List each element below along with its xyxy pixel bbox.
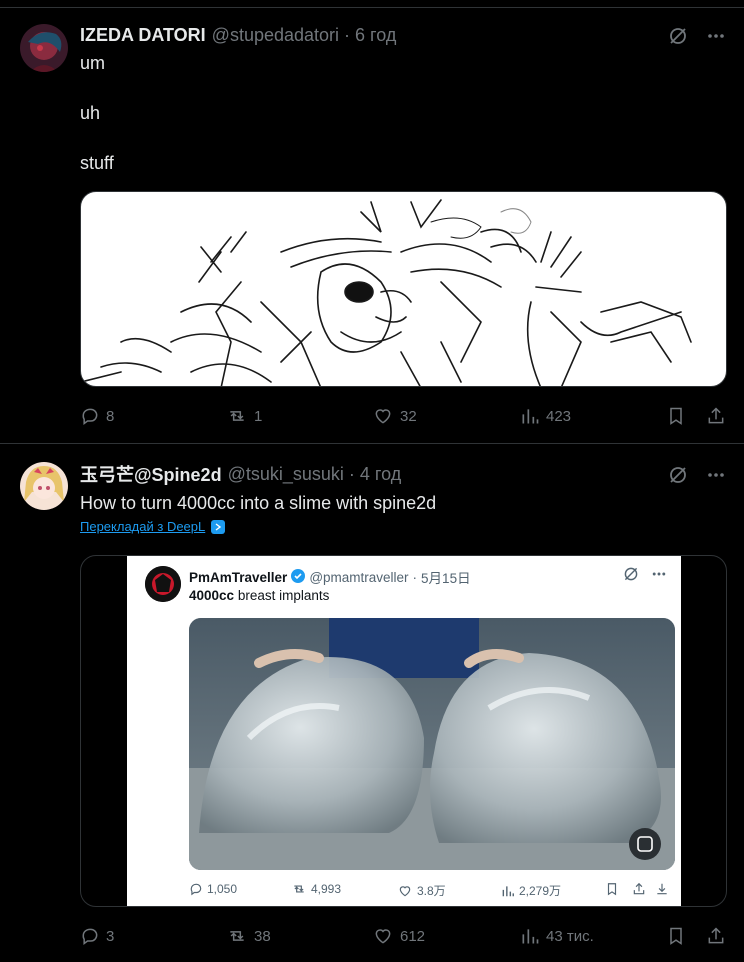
- embedded-like-stat: 3.8万: [397, 882, 446, 899]
- embedded-tweet-text: 4000cc breast implants: [189, 588, 329, 603]
- repost-arrows-icon: [294, 885, 304, 893]
- embedded-date: 5月15日: [421, 571, 471, 586]
- reply-bubble-icon: [190, 883, 202, 896]
- author-name[interactable]: IZEDA DATORI: [80, 25, 206, 46]
- share-upload-icon: [708, 407, 724, 424]
- repost-button[interactable]: 38: [226, 926, 271, 946]
- share-button[interactable]: [706, 926, 726, 946]
- like-count: 32: [400, 407, 417, 425]
- embedded-like-count: 3.8万: [417, 884, 446, 898]
- verified-badge-icon: [291, 568, 306, 586]
- embedded-text-bold: 4000cc: [189, 588, 235, 603]
- repost-count: 38: [254, 927, 271, 945]
- separator-dot: ·: [412, 569, 418, 585]
- view-count: 43 тис.: [546, 927, 594, 945]
- like-button[interactable]: 612: [372, 926, 425, 946]
- embedded-bookmark: [605, 882, 619, 896]
- timestamp[interactable]: 4 год: [360, 464, 401, 485]
- embedded-tweet-screenshot: PmAmTraveller @pmamtraveller · 5月15日 400…: [127, 556, 681, 906]
- view-count: 423: [546, 407, 572, 425]
- reply-bubble-icon: [82, 928, 98, 945]
- author-handle[interactable]: @tsuki_susuki: [228, 464, 344, 485]
- views-button[interactable]: 43 тис.: [520, 926, 594, 946]
- bookmark-icon: [670, 927, 682, 945]
- embedded-repost-count: 4,993: [311, 882, 342, 896]
- tweet-media-sketch[interactable]: [80, 191, 727, 387]
- author-name[interactable]: 玉弓芒@Spine2d: [80, 461, 222, 487]
- more-dots-icon[interactable]: [704, 24, 728, 48]
- avatar[interactable]: [20, 24, 68, 72]
- download-icon: [657, 883, 667, 895]
- heart-icon: [375, 409, 391, 424]
- like-button[interactable]: 32: [372, 406, 417, 426]
- tweet-text-line: um: [80, 53, 106, 73]
- top-divider: [0, 0, 744, 8]
- share-upload-icon: [633, 882, 645, 895]
- views-button[interactable]: 423: [520, 406, 571, 426]
- repost-button[interactable]: 1: [226, 406, 262, 426]
- reply-button[interactable]: 3: [80, 926, 114, 946]
- embedded-avatar: [145, 566, 181, 602]
- embedded-photo: [189, 618, 675, 870]
- translate-link[interactable]: Перекладай з DeepL: [80, 519, 226, 534]
- avatar[interactable]: [20, 462, 68, 510]
- repost-arrows-icon: [230, 411, 244, 421]
- more-dots-icon[interactable]: [704, 463, 728, 487]
- embedded-download: [655, 882, 669, 896]
- author-handle[interactable]: @stupedadatori: [212, 25, 339, 46]
- tweet-1[interactable]: IZEDA DATORI @stupedadatori · 6 год um u…: [0, 8, 744, 444]
- tweet-text: How to turn 4000cc into a slime with spi…: [80, 493, 437, 513]
- bookmark-button[interactable]: [666, 926, 686, 946]
- embedded-view-count: 2,279万: [519, 884, 562, 898]
- bar-chart-icon: [502, 885, 514, 896]
- translate-label[interactable]: Перекладай з DeepL: [80, 519, 205, 534]
- reply-bubble-icon: [82, 408, 98, 425]
- embedded-text-rest: breast implants: [234, 588, 330, 603]
- embedded-reply-count: 1,050: [207, 882, 238, 896]
- heart-icon: [399, 885, 411, 896]
- grok-slash-icon[interactable]: [666, 24, 690, 48]
- like-count: 612: [400, 927, 426, 945]
- heart-icon: [375, 929, 391, 944]
- reply-count: 8: [106, 407, 115, 425]
- tweet-media-screenshot[interactable]: PmAmTraveller @pmamtraveller · 5月15日 400…: [80, 555, 727, 907]
- bar-chart-icon: [522, 409, 539, 424]
- grok-slash-icon[interactable]: [666, 463, 690, 487]
- deepl-icon: [211, 519, 226, 534]
- embedded-handle: @pmamtraveller: [309, 569, 409, 585]
- share-upload-icon: [708, 927, 724, 944]
- embedded-share: [632, 882, 646, 896]
- more-dots-icon: [651, 566, 667, 587]
- bar-chart-icon: [522, 929, 539, 944]
- tweet-text-line: uh: [80, 103, 101, 123]
- reply-count: 3: [106, 927, 115, 945]
- embedded-author-name: PmAmTraveller: [189, 569, 288, 585]
- embedded-views-stat: 2,279万: [501, 882, 561, 899]
- reply-button[interactable]: 8: [80, 406, 114, 426]
- separator-dot: ·: [344, 24, 351, 45]
- bookmark-button[interactable]: [666, 406, 686, 426]
- share-button[interactable]: [706, 406, 726, 426]
- bookmark-icon: [670, 407, 682, 425]
- grok-slash-icon: [623, 566, 639, 587]
- repost-arrows-icon: [230, 931, 244, 941]
- bookmark-icon: [607, 883, 617, 896]
- tweet-2[interactable]: 玉弓芒@Spine2d @tsuki_susuki · 4 год How to…: [0, 445, 744, 962]
- tweet-text-line: stuff: [80, 153, 114, 173]
- embedded-repost-stat: 4,993: [291, 882, 341, 896]
- repost-count: 1: [254, 407, 263, 425]
- timestamp[interactable]: 6 год: [355, 25, 396, 46]
- embedded-reply-stat: 1,050: [189, 882, 237, 896]
- separator-dot: ·: [348, 463, 355, 484]
